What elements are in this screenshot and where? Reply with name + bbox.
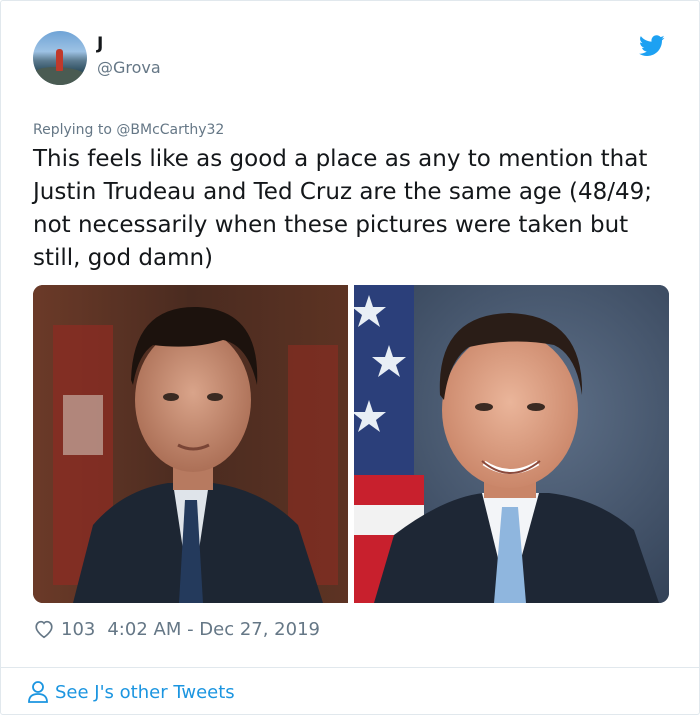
heart-outline-icon[interactable] bbox=[33, 618, 55, 640]
photo-cruz[interactable] bbox=[354, 285, 669, 603]
avatar[interactable] bbox=[33, 31, 87, 85]
author-handle[interactable]: @Grova bbox=[97, 58, 161, 78]
like-count[interactable]: 103 bbox=[61, 619, 95, 640]
footer-divider bbox=[1, 667, 699, 668]
photo-trudeau-art bbox=[33, 285, 348, 603]
author-name[interactable]: J bbox=[97, 33, 103, 55]
tweet-footer: 103 4:02 AM - Dec 27, 2019 bbox=[33, 615, 320, 643]
see-other-tweets-link[interactable]: See J's other Tweets bbox=[27, 677, 235, 707]
tweet-card: J @Grova Replying to @BMcCarthy32 This f… bbox=[0, 0, 700, 715]
reply-mention-link[interactable]: @BMcCarthy32 bbox=[116, 122, 224, 138]
reply-context: Replying to @BMcCarthy32 bbox=[33, 120, 224, 140]
reply-prefix: Replying to bbox=[33, 122, 112, 138]
tweet-header: J @Grova bbox=[33, 31, 669, 91]
see-other-tweets-label: See J's other Tweets bbox=[55, 681, 235, 703]
twitter-bird-icon[interactable] bbox=[639, 35, 665, 57]
photo-cruz-art bbox=[354, 285, 669, 603]
tweet-media bbox=[33, 285, 669, 603]
tweet-timestamp[interactable]: 4:02 AM - Dec 27, 2019 bbox=[107, 619, 320, 640]
photo-trudeau[interactable] bbox=[33, 285, 348, 603]
tweet-text: This feels like as good a place as any t… bbox=[33, 146, 653, 271]
person-outline-icon bbox=[28, 681, 48, 703]
avatar-person bbox=[56, 49, 63, 71]
